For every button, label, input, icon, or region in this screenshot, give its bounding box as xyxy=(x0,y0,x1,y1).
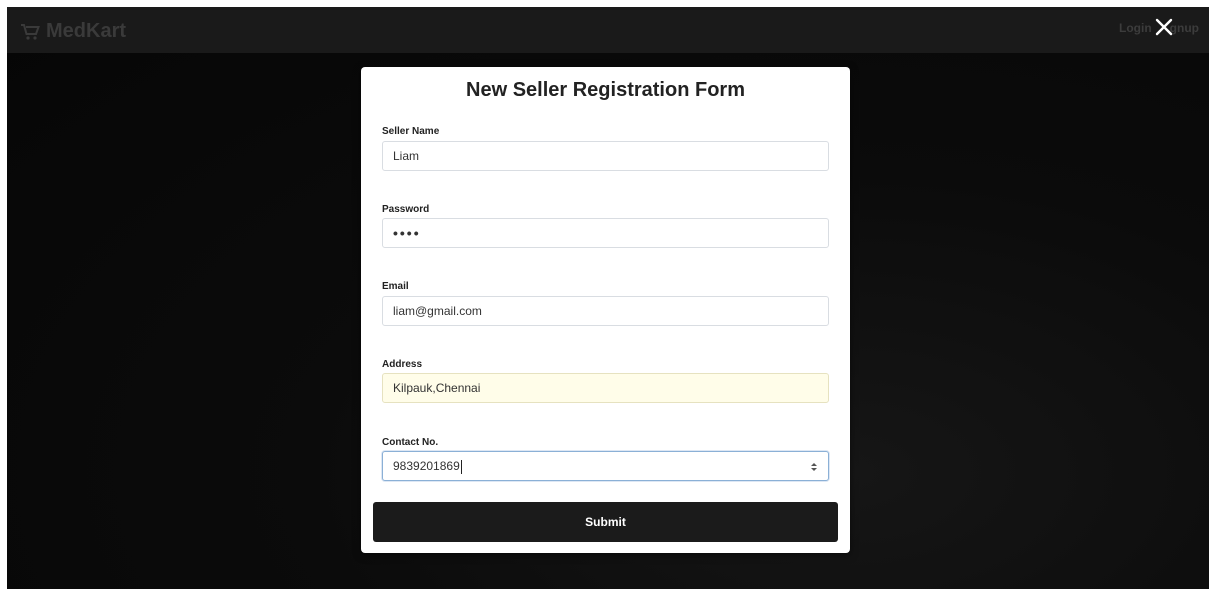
login-link[interactable]: Login xyxy=(1119,21,1152,35)
text-caret xyxy=(460,459,462,474)
email-label: Email xyxy=(382,281,409,292)
brand-logo[interactable]: MedKart xyxy=(20,20,126,43)
password-value: •••• xyxy=(393,225,421,241)
nav-links: Login gnup xyxy=(1119,18,1199,36)
contact-label: Contact No. xyxy=(382,437,439,448)
signup-link-wrap: gnup xyxy=(1155,18,1199,36)
seller-name-label: Seller Name xyxy=(382,126,440,137)
page-backdrop: MedKart Login gnup New Seller Registrati… xyxy=(7,7,1209,589)
address-input[interactable]: Kilpauk,Chennai xyxy=(382,373,829,403)
seller-name-value: Liam xyxy=(393,149,420,163)
navbar: MedKart Login gnup xyxy=(7,7,1209,53)
registration-modal: New Seller Registration Form Seller Name… xyxy=(361,67,850,553)
password-label: Password xyxy=(382,204,430,215)
contact-number-input[interactable]: 9839201869 xyxy=(382,451,829,481)
close-icon[interactable] xyxy=(1152,15,1176,39)
address-label: Address xyxy=(382,359,423,370)
number-spinner-icon[interactable] xyxy=(809,460,819,473)
brand-name: MedKart xyxy=(46,20,127,42)
seller-name-input[interactable]: Liam xyxy=(382,141,829,171)
cart-icon xyxy=(21,23,40,40)
contact-number-value: 9839201869 xyxy=(393,459,460,473)
email-input[interactable]: liam@gmail.com xyxy=(382,296,829,326)
email-value: liam@gmail.com xyxy=(393,304,482,318)
form-title: New Seller Registration Form xyxy=(466,79,745,101)
password-input[interactable]: •••• xyxy=(382,218,829,248)
submit-button[interactable]: Submit xyxy=(373,502,838,542)
address-value: Kilpauk,Chennai xyxy=(393,381,481,395)
